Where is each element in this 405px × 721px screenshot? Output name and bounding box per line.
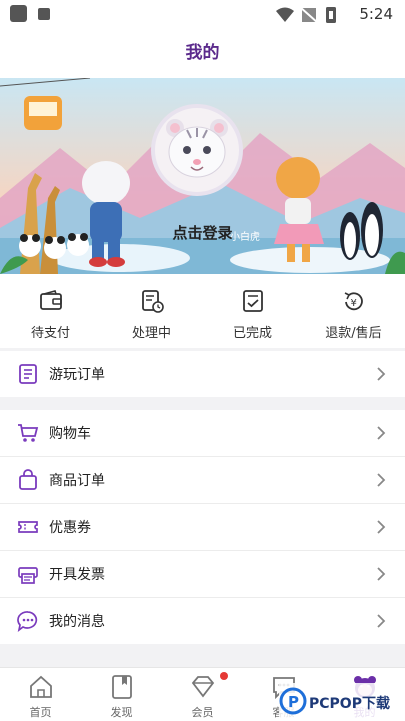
menu-invoice[interactable]: 开具发票	[0, 551, 405, 597]
menu-play-orders-label: 游玩订单	[49, 367, 105, 383]
order-refund[interactable]: ¥ 退款/售后	[303, 274, 404, 348]
chevron-right-icon	[377, 367, 386, 381]
member-badge-dot	[220, 672, 228, 680]
page-header: 我的	[0, 30, 405, 78]
order-processing[interactable]: 处理中	[101, 274, 202, 348]
chevron-right-icon	[377, 520, 386, 534]
chevron-right-icon	[377, 426, 386, 440]
menu-cart[interactable]: 购物车	[0, 410, 405, 456]
pcpop-watermark-logo: P PCPOP下载	[279, 683, 405, 719]
svg-text:P: P	[288, 693, 299, 711]
menu-play-orders[interactable]: 游玩订单	[0, 351, 405, 397]
order-processing-label: 处理中	[131, 326, 171, 341]
menu-invoice-label: 开具发票	[49, 567, 105, 583]
order-pending-payment-label: 待支付	[30, 326, 70, 341]
svg-text:PCPOP下载: PCPOP下载	[309, 695, 390, 712]
clock: 5:24	[359, 5, 393, 23]
tab-discover[interactable]: 发现	[81, 668, 162, 721]
page-title: 我的	[185, 43, 220, 63]
tab-home-label: 首页	[29, 706, 52, 719]
tab-member-label: 会员	[191, 706, 214, 719]
menu-cart-label: 购物车	[49, 426, 91, 442]
order-pending-payment[interactable]: 待支付	[0, 274, 101, 348]
menu-messages[interactable]: 我的消息	[0, 598, 405, 644]
message-bubble-icon	[17, 611, 38, 632]
diamond-icon	[191, 676, 215, 698]
avatar[interactable]	[151, 104, 243, 196]
printer-icon	[18, 567, 38, 584]
home-icon	[30, 675, 52, 698]
refund-icon: ¥	[344, 292, 363, 311]
shopping-bag-icon	[19, 469, 37, 490]
login-button-text[interactable]: 点击登录	[0, 222, 405, 243]
order-status-bar: 待支付 处理中 已完成 ¥ 退款/售后	[0, 274, 405, 348]
menu-goods-orders-label: 商品订单	[49, 473, 105, 489]
order-refund-label: 退款/售后	[325, 326, 382, 341]
tab-discover-label: 发现	[110, 706, 133, 719]
wallet-icon	[40, 290, 62, 310]
chevron-right-icon	[377, 614, 386, 628]
processing-doc-icon	[142, 290, 164, 313]
ticket-icon	[18, 521, 38, 533]
notification-icon-small	[38, 8, 50, 20]
menu-coupons-label: 优惠券	[49, 520, 91, 536]
list-doc-icon	[19, 364, 37, 384]
notification-icon	[10, 5, 27, 22]
order-completed-label: 已完成	[232, 326, 272, 341]
order-completed[interactable]: 已完成	[202, 274, 303, 348]
status-bar: 5:24	[0, 0, 405, 30]
tiger-avatar-icon	[166, 119, 228, 178]
tab-home[interactable]: 首页	[0, 668, 81, 721]
menu-messages-label: 我的消息	[49, 614, 105, 630]
tab-member[interactable]: 会员	[162, 668, 243, 721]
bookmark-icon	[112, 675, 132, 699]
cart-icon	[18, 424, 39, 442]
check-doc-icon	[243, 290, 263, 312]
menu-coupons[interactable]: 优惠券	[0, 504, 405, 550]
status-icons	[276, 6, 336, 24]
profile-banner[interactable]: 小白虎 点击登录	[0, 78, 405, 274]
menu-goods-orders[interactable]: 商品订单	[0, 457, 405, 503]
chevron-right-icon	[377, 473, 386, 487]
chevron-right-icon	[377, 567, 386, 581]
svg-text:¥: ¥	[351, 298, 357, 309]
